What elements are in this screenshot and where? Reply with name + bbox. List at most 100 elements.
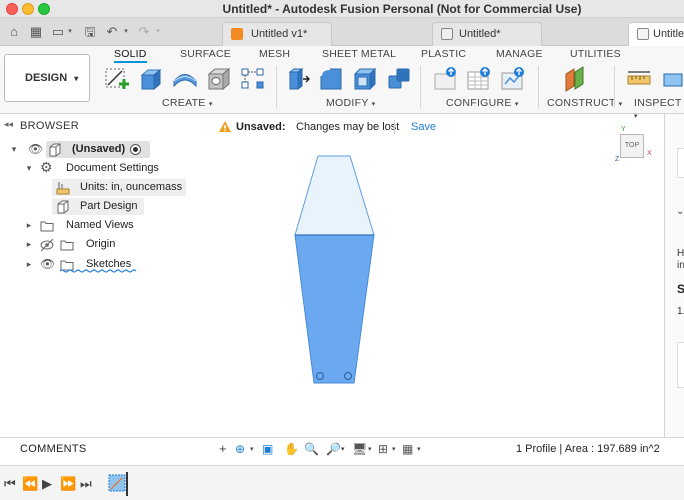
- design-canvas[interactable]: [0, 137, 664, 437]
- pattern-icon[interactable]: [240, 66, 266, 92]
- document-icon: [231, 28, 243, 40]
- title-bar: Untitled* - Autodesk Fusion Personal (No…: [0, 0, 684, 18]
- tab-sheet-metal[interactable]: SHEET METAL: [322, 48, 396, 60]
- pan-hand-icon[interactable]: ✋: [284, 438, 299, 460]
- viewcube-axis-y: Y: [621, 126, 626, 133]
- tab-untitled[interactable]: Untitled*: [432, 22, 542, 46]
- viewcube[interactable]: Y TOP X Z: [614, 126, 652, 164]
- save-icon[interactable]: 🖫: [82, 24, 98, 40]
- look-at-icon[interactable]: ▣: [262, 438, 273, 460]
- inspect-menu-label: INSPECT: [634, 97, 682, 109]
- viewcube-axis-x: X: [647, 150, 652, 157]
- viewcube-face-label: TOP: [624, 142, 640, 149]
- viewports-icon[interactable]: ▦: [402, 438, 413, 460]
- document-icon: [441, 28, 453, 40]
- document-tab-bar: ⌂ ▦ ▭ ▾ 🖫 ↶ ▾ ↷ ▾ Untitled v1* Untitled*…: [0, 18, 684, 46]
- tab-surface[interactable]: SURFACE: [180, 48, 231, 60]
- upper-sketch-region[interactable]: [294, 155, 375, 236]
- chevron-down-icon[interactable]: ▾: [341, 439, 345, 461]
- configuration-table-icon[interactable]: [466, 66, 492, 92]
- offset-plane-icon[interactable]: [562, 66, 588, 92]
- tab-utilities[interactable]: UTILITIES: [570, 48, 621, 60]
- viewcube-top-face[interactable]: TOP: [620, 134, 644, 158]
- apps-grid-icon[interactable]: ▦: [28, 24, 44, 40]
- step-back-icon[interactable]: ⏪: [22, 476, 38, 492]
- measure-icon[interactable]: [626, 66, 652, 92]
- tab-solid[interactable]: SOLID: [114, 48, 147, 63]
- chevron-down-icon[interactable]: ▾: [392, 439, 396, 461]
- create-menu-label: CREATE: [162, 97, 206, 109]
- undo-caret-icon[interactable]: ▾: [118, 24, 134, 40]
- chevron-down-icon[interactable]: ⌄: [676, 206, 684, 217]
- fit-icon[interactable]: 🔎: [326, 438, 341, 460]
- go-to-end-icon[interactable]: ⏭: [80, 476, 92, 492]
- timeline-sketch-item[interactable]: [108, 472, 130, 496]
- tab-mesh[interactable]: MESH: [259, 48, 290, 60]
- grid-settings-icon[interactable]: ⊞: [378, 438, 388, 460]
- configure-menu-label: CONFIGURE: [446, 97, 512, 109]
- tab-manage[interactable]: MANAGE: [496, 48, 543, 60]
- chevron-down-icon[interactable]: ▾: [417, 439, 421, 461]
- modify-menu-label: MODIFY: [326, 97, 369, 109]
- ribbon-divider: [420, 66, 421, 108]
- chevron-down-icon: ▾: [634, 113, 638, 120]
- right-panel: ⌄ H in S 1.: [664, 114, 684, 437]
- interference-icon[interactable]: [662, 66, 684, 92]
- save-link[interactable]: Save: [411, 117, 436, 137]
- chevron-down-icon: ▾: [208, 101, 213, 108]
- collapse-panel-icon[interactable]: ◂◂: [4, 119, 13, 130]
- timeline-bar: ⏮ ⏪ ▶ ⏩ ⏭: [0, 465, 684, 500]
- banner-divider: [394, 120, 395, 134]
- modify-menu[interactable]: MODIFY ▾: [326, 97, 376, 109]
- tab-label: Untitled*: [459, 28, 501, 40]
- hole-icon[interactable]: [206, 66, 232, 92]
- configuration-rules-icon[interactable]: [500, 66, 526, 92]
- home-icon[interactable]: ⌂: [6, 24, 22, 40]
- step-forward-icon[interactable]: ⏩: [60, 476, 76, 492]
- viewcube-axis-z: Z: [615, 156, 620, 163]
- selected-profile[interactable]: [294, 234, 375, 384]
- add-comment-icon[interactable]: +: [219, 438, 227, 460]
- panel-text-step: 1.: [677, 306, 684, 317]
- unsaved-message: Changes may be lost: [296, 121, 400, 133]
- comments-bar: COMMENTS + ⊕ ▾ ▣ ✋ 🔍 🔎 ▾ 🖥 ▾ ⊞ ▾ ▦ ▾ 1 P…: [0, 437, 684, 459]
- file-menu-caret-icon[interactable]: ▾: [62, 24, 78, 40]
- ribbon-toolbar: DESIGN ▾ SOLID SURFACE MESH SHEET METAL …: [0, 46, 684, 120]
- tab-plastic[interactable]: PLASTIC: [421, 48, 466, 60]
- chevron-down-icon[interactable]: ▾: [368, 439, 372, 461]
- panel-text-s: S: [677, 282, 684, 296]
- configure-menu[interactable]: CONFIGURE ▾: [446, 97, 519, 109]
- selection-status: 1 Profile | Area : 197.689 in^2: [516, 443, 660, 455]
- configure-design-icon[interactable]: [432, 66, 458, 92]
- extrude-icon[interactable]: [138, 66, 164, 92]
- panel-text-h: H: [677, 248, 684, 259]
- display-settings-icon[interactable]: 🖥: [352, 438, 367, 460]
- create-menu[interactable]: CREATE ▾: [162, 97, 213, 109]
- workspace-switcher[interactable]: DESIGN ▾: [4, 54, 90, 102]
- browser-title: BROWSER: [20, 120, 79, 132]
- combine-icon[interactable]: [386, 66, 412, 92]
- construct-menu[interactable]: CONSTRUCT ▾: [547, 97, 622, 109]
- orbit-icon[interactable]: ⊕: [235, 438, 245, 460]
- lock-icon: [637, 28, 649, 40]
- tab-untitled-active[interactable]: Untitle: [628, 22, 684, 46]
- press-pull-icon[interactable]: [284, 66, 310, 92]
- warning-icon: [219, 121, 231, 132]
- play-icon[interactable]: ▶: [42, 476, 52, 492]
- fillet-icon[interactable]: [318, 66, 344, 92]
- tab-label: Untitled v1*: [251, 28, 308, 40]
- go-to-start-icon[interactable]: ⏮: [4, 476, 16, 492]
- zoom-window-icon[interactable]: 🔍: [304, 438, 319, 460]
- chevron-down-icon: ▾: [371, 101, 376, 108]
- panel-card: [677, 342, 684, 388]
- chevron-down-icon: ▾: [514, 101, 519, 108]
- workspace-label: DESIGN: [25, 72, 68, 84]
- comments-label: COMMENTS: [20, 443, 87, 455]
- revolve-icon[interactable]: [172, 66, 198, 92]
- tab-untitled-v1[interactable]: Untitled v1*: [222, 22, 332, 46]
- redo-caret-icon[interactable]: ▾: [150, 24, 166, 40]
- ribbon-divider: [276, 66, 277, 108]
- shell-icon[interactable]: [352, 66, 378, 92]
- chevron-down-icon[interactable]: ▾: [250, 439, 254, 461]
- create-sketch-icon[interactable]: [104, 66, 130, 92]
